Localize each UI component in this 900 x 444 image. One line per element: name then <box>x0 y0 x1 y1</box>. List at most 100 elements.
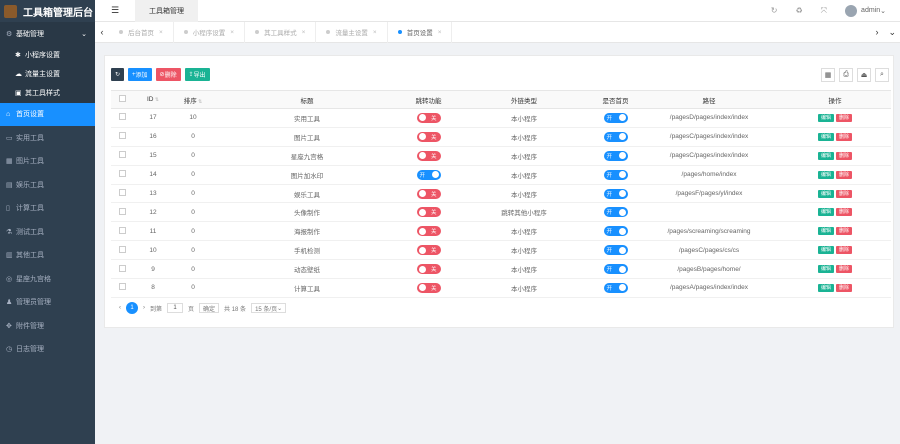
delete-row-button[interactable]: 删除 <box>836 265 853 274</box>
row-checkbox[interactable] <box>118 132 126 140</box>
select-all-checkbox[interactable] <box>118 95 126 102</box>
row-select-cell[interactable] <box>111 221 133 242</box>
row-select-cell[interactable] <box>111 259 133 280</box>
add-button[interactable]: + 添加 <box>128 68 152 81</box>
sidebar-item-tool-style[interactable]: ▣ 其工具样式 <box>0 84 95 103</box>
refresh-icon[interactable]: ↻ <box>771 6 778 15</box>
home-toggle[interactable]: 开 <box>603 245 628 256</box>
delete-button[interactable]: ⊘ 删除 <box>155 68 181 81</box>
sidebar-item-admin[interactable]: ♟ 管理员管理 <box>0 291 95 315</box>
edit-button[interactable]: 编辑 <box>817 113 834 122</box>
row-checkbox[interactable] <box>118 245 126 253</box>
tab-home-settings[interactable]: 首页设置 × <box>388 21 453 43</box>
delete-row-button[interactable]: 删除 <box>836 170 853 179</box>
close-icon[interactable]: × <box>302 29 306 36</box>
next-page-icon[interactable]: › <box>143 305 145 311</box>
jump-toggle[interactable]: 关 <box>416 207 441 218</box>
close-icon[interactable]: × <box>373 29 377 36</box>
menu-toggle-icon[interactable]: ☰ <box>95 5 135 16</box>
row-checkbox[interactable] <box>118 113 126 121</box>
edit-button[interactable]: 编辑 <box>817 265 834 274</box>
page-jump-input[interactable]: 1 <box>167 303 184 313</box>
close-icon[interactable]: × <box>159 29 163 36</box>
delete-row-button[interactable]: 删除 <box>836 132 853 141</box>
tab-tool-style[interactable]: 其工具样式 × <box>245 21 317 43</box>
delete-row-button[interactable]: 删除 <box>836 189 853 198</box>
prev-page-icon[interactable]: ‹ <box>119 305 121 311</box>
edit-button[interactable]: 编辑 <box>817 132 834 141</box>
home-toggle[interactable]: 开 <box>603 207 628 218</box>
jump-toggle[interactable]: 关 <box>416 112 441 123</box>
row-checkbox[interactable] <box>118 226 126 234</box>
row-checkbox[interactable] <box>118 189 126 196</box>
row-select-cell[interactable] <box>111 202 133 223</box>
row-select-cell[interactable] <box>111 278 133 298</box>
row-select-cell[interactable] <box>111 184 133 204</box>
row-select-cell[interactable] <box>111 108 133 128</box>
edit-button[interactable]: 编辑 <box>817 170 834 179</box>
edit-button[interactable]: 编辑 <box>817 246 834 255</box>
row-select-cell[interactable] <box>111 240 133 261</box>
confirm-page-button[interactable]: 确定 <box>199 303 220 313</box>
sidebar-item-test-tools[interactable]: ⚗ 测试工具 <box>0 220 95 244</box>
row-checkbox[interactable] <box>118 170 126 178</box>
sidebar-item-entertainment-tools[interactable]: ▤ 娱乐工具 <box>0 173 95 197</box>
edit-button[interactable]: 编辑 <box>817 208 834 217</box>
jump-toggle[interactable]: 关 <box>416 131 441 142</box>
tab-miniapp-settings[interactable]: 小程序设置 × <box>174 21 246 43</box>
sidebar-item-attachments[interactable]: ✥ 附件管理 <box>0 314 95 338</box>
jump-toggle[interactable]: 关 <box>416 226 441 237</box>
row-checkbox[interactable] <box>118 264 126 272</box>
print-icon[interactable]: ⎙ <box>839 68 853 82</box>
edit-button[interactable]: 编辑 <box>817 283 834 292</box>
column-header-sort[interactable]: 排序 <box>173 90 213 109</box>
per-page-select[interactable]: 15 条/页 ⌄ <box>251 303 287 313</box>
columns-icon[interactable]: ▦ <box>821 68 835 82</box>
row-checkbox[interactable] <box>118 207 126 215</box>
close-icon[interactable]: × <box>438 29 442 36</box>
home-toggle[interactable]: 开 <box>603 282 628 293</box>
home-toggle[interactable]: 开 <box>603 131 628 142</box>
home-toggle[interactable]: 开 <box>603 169 628 180</box>
jump-toggle[interactable]: 关 <box>416 282 441 293</box>
row-select-cell[interactable] <box>111 127 133 147</box>
jump-toggle[interactable]: 关 <box>416 150 441 161</box>
delete-row-button[interactable]: 删除 <box>836 246 853 255</box>
page-number-current[interactable]: 1 <box>126 302 138 314</box>
jump-toggle[interactable]: 关 <box>416 245 441 256</box>
column-header-id[interactable]: ID <box>133 90 173 109</box>
home-toggle[interactable]: 开 <box>603 188 628 199</box>
edit-button[interactable]: 编辑 <box>817 151 834 160</box>
row-select-cell[interactable] <box>111 146 133 166</box>
row-checkbox[interactable] <box>118 283 126 291</box>
user-menu[interactable]: admin ⌄ <box>845 4 886 17</box>
row-select-cell[interactable] <box>111 165 133 185</box>
delete-row-button[interactable]: 删除 <box>836 283 853 292</box>
trash-icon[interactable]: ♻ <box>795 6 802 15</box>
export-button[interactable]: ⇪ 导出 <box>184 68 210 81</box>
search-icon[interactable]: ⌕ <box>875 68 889 82</box>
sidebar-item-logs[interactable]: ◷ 日志管理 <box>0 338 95 362</box>
sidebar-item-other-tools[interactable]: ▥ 其他工具 <box>0 244 95 268</box>
row-checkbox[interactable] <box>118 151 126 159</box>
jump-toggle[interactable]: 关 <box>416 188 441 199</box>
home-toggle[interactable]: 开 <box>603 226 628 237</box>
top-tab-toolbox[interactable]: 工具箱管理 <box>135 0 198 22</box>
jump-toggle[interactable]: 关 <box>416 264 441 275</box>
close-icon[interactable]: × <box>230 29 234 36</box>
sidebar-item-miniapp-settings[interactable]: ✱ 小程序设置 <box>0 46 95 65</box>
tab-traffic-settings[interactable]: 流量主设置 × <box>316 21 388 43</box>
fullscreen-icon[interactable]: ⤧ <box>821 6 827 16</box>
jump-toggle[interactable]: 开 <box>416 169 441 180</box>
edit-button[interactable]: 编辑 <box>817 227 834 236</box>
sidebar-item-practical-tools[interactable]: ▭ 实用工具 <box>0 126 95 150</box>
delete-row-button[interactable]: 删除 <box>836 113 853 122</box>
home-toggle[interactable]: 开 <box>603 264 628 275</box>
delete-row-button[interactable]: 删除 <box>836 227 853 236</box>
delete-row-button[interactable]: 删除 <box>836 208 853 217</box>
upload-icon[interactable]: ⏏ <box>857 68 871 82</box>
sidebar-item-traffic-settings[interactable]: ☁ 流量主设置 <box>0 65 95 84</box>
edit-button[interactable]: 编辑 <box>817 189 834 198</box>
home-toggle[interactable]: 开 <box>603 150 628 161</box>
sidebar-item-image-tools[interactable]: ▦ 图片工具 <box>0 150 95 174</box>
